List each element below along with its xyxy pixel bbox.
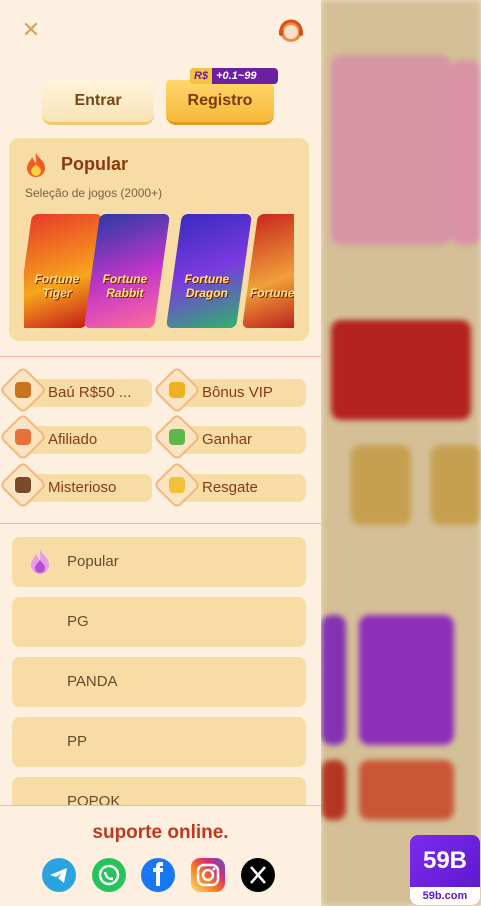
register-promo-badge: R$ +0.1~99 — [190, 68, 278, 84]
brand-domain: 59b.com — [410, 887, 480, 905]
affiliate-icon — [0, 412, 48, 462]
x-icon[interactable] — [241, 858, 275, 892]
feature-earn[interactable]: Ganhar — [152, 412, 306, 462]
fortune-rabbit-thumbnail[interactable]: Fortune Rabbit — [83, 214, 171, 328]
category-label: Popular — [67, 553, 119, 570]
category-panda[interactable]: PANDA — [12, 657, 306, 707]
category-popular[interactable]: Popular — [12, 537, 306, 587]
category-pg[interactable]: PG — [12, 597, 306, 647]
promo-currency: R$ — [190, 68, 213, 84]
feature-affiliate[interactable]: Afiliado — [0, 412, 152, 462]
crown-icon — [152, 365, 202, 415]
register-button[interactable]: Registro — [166, 80, 274, 125]
feature-mystery[interactable]: Misterioso — [0, 460, 152, 510]
facebook-icon[interactable] — [141, 858, 175, 892]
brand-logo-text: 59B — [422, 847, 468, 874]
flame-icon — [31, 550, 49, 574]
fortune-dragon-thumbnail[interactable]: Fortune Dragon — [165, 214, 253, 328]
popular-title: Popular — [61, 154, 129, 174]
popular-games-card[interactable]: Popular Seleção de jogos (2000+) Fortune… — [9, 138, 309, 341]
category-pp[interactable]: PP — [12, 717, 306, 767]
whatsapp-icon[interactable] — [92, 858, 126, 892]
background-page — [321, 0, 481, 906]
fortune-ox-thumbnail[interactable]: Fortune Ox — [241, 214, 294, 328]
category-label: PG — [67, 613, 89, 630]
game-thumb-label: Fortune Rabbit — [102, 272, 148, 300]
auth-buttons: Entrar Registro R$ +0.1~99 — [42, 68, 282, 125]
customer-support-icon[interactable] — [277, 17, 305, 45]
game-thumb-label: Fortune Ox — [249, 286, 294, 300]
login-button[interactable]: Entrar — [42, 80, 154, 125]
game-thumb-label: Fortune Dragon — [184, 272, 230, 300]
promo-text: +0.1~99 — [216, 70, 257, 82]
support-online-text: suporte online. — [92, 822, 229, 843]
feature-label: Baú R$50 ... — [48, 384, 132, 401]
divider — [0, 356, 321, 357]
feature-rescue[interactable]: Resgate — [152, 460, 306, 510]
feature-label: Resgate — [202, 479, 258, 496]
close-icon[interactable]: ✕ — [18, 18, 44, 44]
brand-logo[interactable]: 59B 59b.com — [410, 835, 480, 905]
feature-label: Ganhar — [202, 431, 253, 448]
support-footer: suporte online. — [0, 805, 321, 906]
feature-chest[interactable]: Baú R$50 ... — [0, 365, 152, 415]
gold-coins-icon — [152, 460, 202, 510]
game-thumbnails: Fortune Tiger Fortune Rabbit Fortune Dra… — [24, 214, 294, 328]
telegram-icon[interactable] — [42, 858, 76, 892]
instagram-icon[interactable] — [191, 858, 225, 892]
category-label: PANDA — [67, 673, 118, 690]
feature-label: Misterioso — [48, 479, 117, 496]
mystery-icon — [0, 460, 48, 510]
fire-icon — [27, 153, 45, 177]
feature-vip-bonus[interactable]: Bônus VIP — [152, 365, 306, 415]
feature-label: Bônus VIP — [202, 384, 273, 401]
category-label: PP — [67, 733, 88, 750]
chest-icon — [0, 365, 48, 415]
popular-subtitle: Seleção de jogos (2000+) — [25, 186, 163, 200]
side-drawer: ✕ Entrar Registro R$ +0.1~99 Popular Sele… — [0, 0, 321, 906]
feature-label: Afiliado — [48, 431, 98, 448]
divider — [0, 523, 321, 524]
money-icon — [152, 412, 202, 462]
game-thumb-label: Fortune Tiger — [34, 272, 80, 300]
